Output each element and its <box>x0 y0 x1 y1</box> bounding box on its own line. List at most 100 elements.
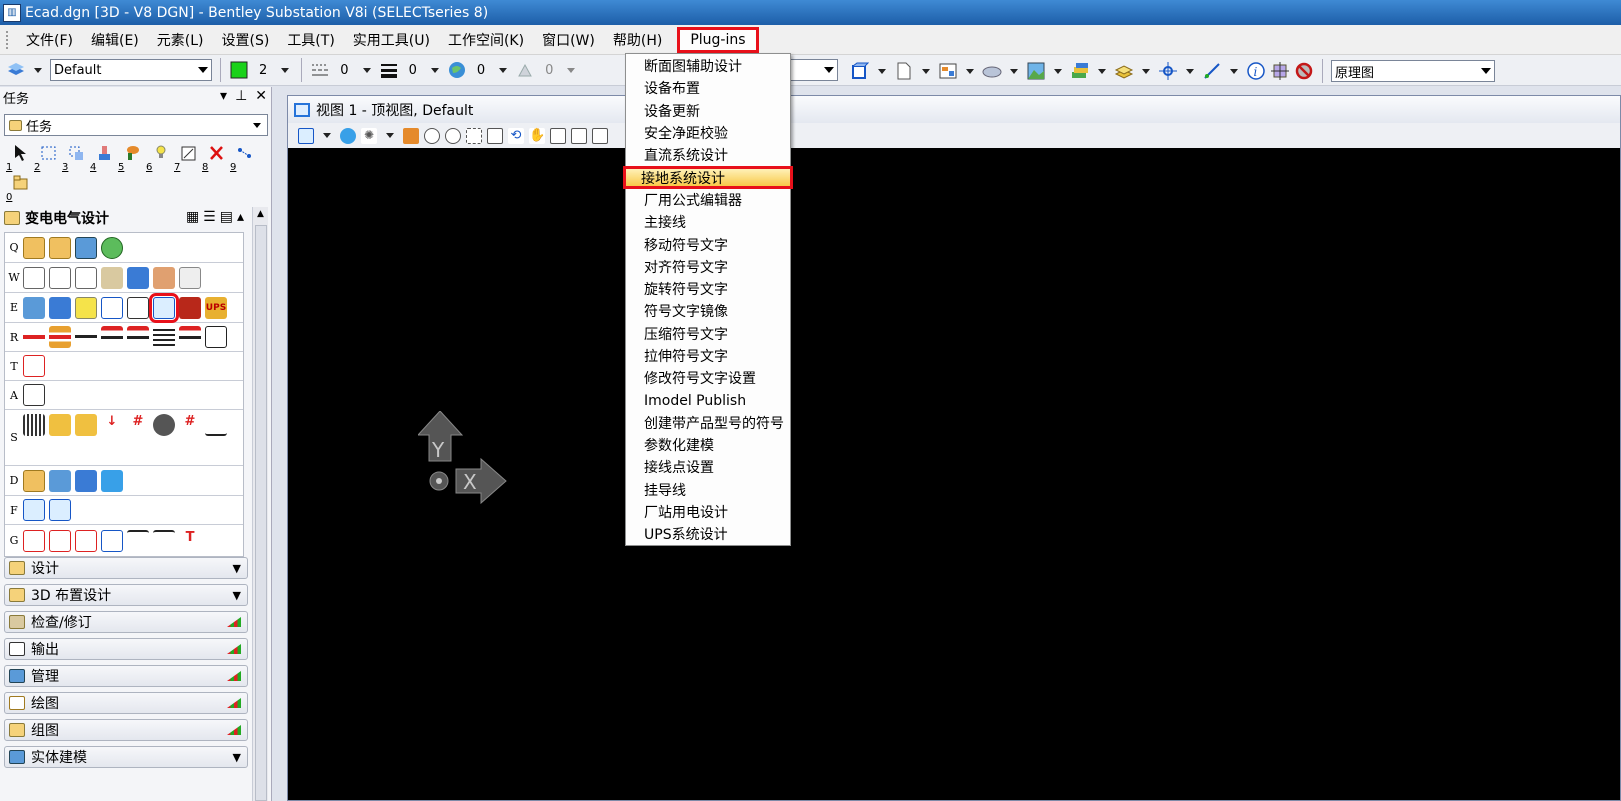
menu-plugins[interactable]: Plug-ins <box>677 26 759 53</box>
panel-icon[interactable] <box>127 296 149 319</box>
menu-item-terminal-settings[interactable]: 接线点设置 <box>626 456 790 478</box>
tool-0[interactable]: 0 <box>6 175 28 203</box>
transparency-dropdown-icon[interactable] <box>499 67 508 73</box>
dots-icon[interactable] <box>23 413 45 436</box>
align-tool-2-icon[interactable] <box>153 529 175 552</box>
cloud-dropdown-icon[interactable] <box>1010 68 1018 74</box>
accordion-check-revise[interactable]: 检查/修订 <box>4 611 248 633</box>
document-icon[interactable] <box>894 61 914 81</box>
linestyle-dropdown-icon[interactable] <box>362 67 371 73</box>
properties-icon[interactable] <box>938 61 958 81</box>
layers-dropdown-icon[interactable] <box>1098 68 1106 74</box>
align-tool-1-icon[interactable] <box>127 529 149 552</box>
menu-file[interactable]: 文件(F) <box>17 26 82 54</box>
rotate-view-icon[interactable]: ⟲ <box>508 127 524 144</box>
menu-help[interactable]: 帮助(H) <box>604 26 671 54</box>
add-doc-icon[interactable] <box>49 266 71 289</box>
menu-item-grounding-system[interactable]: 接地系统设计 <box>623 166 793 189</box>
color-swatch-icon[interactable] <box>229 60 249 80</box>
symbol-text-t-icon[interactable] <box>75 413 97 436</box>
down-arrow-icon[interactable]: ↓ <box>101 413 123 436</box>
tools-icon[interactable] <box>101 236 123 259</box>
menu-item-stretch-symbol-text[interactable]: 拉伸符号文字 <box>626 345 790 367</box>
close-icon[interactable]: ✕ <box>255 88 267 104</box>
copy-view-icon[interactable] <box>592 127 608 144</box>
tool-2[interactable]: 2 <box>34 145 56 173</box>
menu-item-move-symbol-text[interactable]: 移动符号文字 <box>626 233 790 255</box>
task-combo[interactable]: 任务 <box>4 114 268 136</box>
accordion-3d-layout[interactable]: 3D 布置设计 ▼ <box>4 584 248 606</box>
symbol-text-icon[interactable] <box>49 413 71 436</box>
menu-window[interactable]: 窗口(W) <box>533 26 604 54</box>
text-tool-1-icon[interactable] <box>23 529 45 552</box>
menu-workspace[interactable]: 工作空间(K) <box>439 26 533 54</box>
ruler-icon[interactable] <box>179 266 201 289</box>
tool-link-icon[interactable] <box>75 469 97 492</box>
line-2-icon[interactable] <box>101 326 123 348</box>
line-1-icon[interactable] <box>75 326 97 348</box>
new-doc-icon[interactable] <box>23 266 45 289</box>
network-icon[interactable] <box>23 296 45 319</box>
snap-icon[interactable] <box>1158 61 1178 81</box>
step-line-icon[interactable] <box>205 326 227 348</box>
accordion-design[interactable]: 设计 ▼ <box>4 557 248 579</box>
gear-icon[interactable] <box>153 413 175 436</box>
menu-item-equipment-update[interactable]: 设备更新 <box>626 100 790 122</box>
pin-icon[interactable]: ⊥ <box>235 88 247 104</box>
view-attributes-dropdown-icon[interactable] <box>323 133 331 138</box>
edit-form-icon[interactable] <box>49 499 71 521</box>
report-icon[interactable] <box>23 384 45 406</box>
settings-form-icon[interactable] <box>23 499 45 521</box>
text-tool-3-icon[interactable] <box>75 529 97 552</box>
level-manager-icon[interactable] <box>6 60 26 80</box>
accordion-manage[interactable]: 管理 <box>4 665 248 687</box>
line-4-icon[interactable] <box>179 326 201 348</box>
panel-menu-icon[interactable]: ▾ <box>220 88 227 104</box>
zoom-in-icon[interactable] <box>424 127 440 144</box>
view-attributes-icon[interactable] <box>298 127 314 144</box>
menu-edit[interactable]: 编辑(E) <box>82 26 148 54</box>
device-link-icon[interactable] <box>127 266 149 289</box>
menu-item-equipment-layout[interactable]: 设备布置 <box>626 77 790 99</box>
pan-view-icon[interactable]: ✋ <box>529 127 545 144</box>
tool-1[interactable]: 1 <box>6 145 28 173</box>
workflow-combo[interactable]: 原理图 <box>1331 60 1495 82</box>
window-area-icon[interactable] <box>466 127 482 144</box>
color-dropdown-icon[interactable] <box>281 67 290 73</box>
cloud-icon[interactable] <box>982 61 1002 81</box>
task-panel-scrollbar[interactable]: ▲ <box>252 207 268 801</box>
priority-icon[interactable] <box>515 60 535 80</box>
snap-dropdown-icon[interactable] <box>1186 68 1194 74</box>
menu-item-ups-system[interactable]: UPS系统设计 <box>626 523 790 545</box>
prohibit-icon[interactable] <box>1294 61 1314 81</box>
hash-line-icon[interactable]: # <box>179 413 201 436</box>
menu-utilities[interactable]: 实用工具(U) <box>344 26 439 54</box>
level-combo[interactable]: Default <box>50 59 212 81</box>
lighting-icon[interactable]: ✺ <box>361 127 377 144</box>
route-icon[interactable] <box>101 296 123 319</box>
cube-icon[interactable] <box>75 296 97 319</box>
zoom-out-icon[interactable] <box>445 127 461 144</box>
menu-item-create-model-symbol[interactable]: 创建带产品型号的符号 <box>626 412 790 434</box>
device-add-icon[interactable] <box>49 296 71 319</box>
menu-item-dc-system[interactable]: 直流系统设计 <box>626 144 790 166</box>
accordion-solid-modeling[interactable]: 实体建模 ▼ <box>4 746 248 768</box>
menu-item-symbol-text-settings[interactable]: 修改符号文字设置 <box>626 367 790 389</box>
grounding-system-icon[interactable] <box>149 292 179 323</box>
node-icon[interactable] <box>23 439 45 462</box>
menu-tools[interactable]: 工具(T) <box>278 26 343 54</box>
slash-icon[interactable] <box>205 413 227 436</box>
multi-line-icon[interactable] <box>153 326 175 348</box>
tool-7[interactable]: 7 <box>174 145 196 173</box>
accordion-drawing[interactable]: 绘图 <box>4 692 248 714</box>
accordion-output[interactable]: 输出 <box>4 638 248 660</box>
view-previous-icon[interactable] <box>550 127 566 144</box>
menu-item-mirror-symbol-text[interactable]: 符号文字镜像 <box>626 300 790 322</box>
update-view-icon[interactable] <box>403 127 419 144</box>
view-title-bar[interactable]: 视图 1 - 顶视图, Default <box>288 96 1620 123</box>
collapse-icon[interactable]: ▴ <box>237 209 244 225</box>
tool-9[interactable]: 9 <box>230 145 252 173</box>
open-folder-icon[interactable] <box>23 236 45 259</box>
menu-item-section-drawing[interactable]: 断面图辅助设计 <box>626 55 790 77</box>
view-window[interactable]: 视图 1 - 顶视图, Default ✺ ⟲ ✋ Y X <box>287 95 1621 801</box>
